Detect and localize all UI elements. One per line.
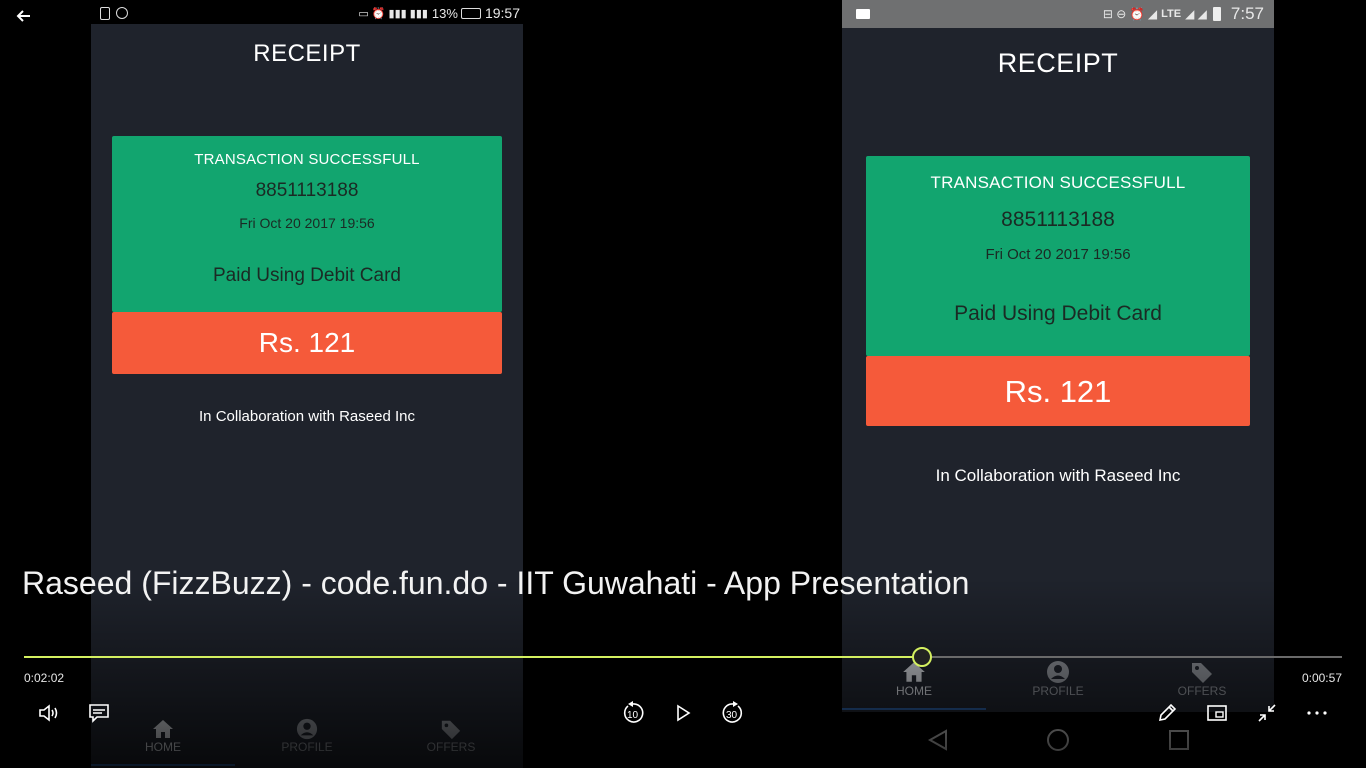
transaction-status: TRANSACTION SUCCESSFULL	[194, 151, 420, 168]
tab-profile-label: PROFILE	[1032, 684, 1084, 698]
edit-button[interactable]	[1152, 698, 1182, 728]
tag-icon	[1192, 663, 1212, 683]
transaction-card: TRANSACTION SUCCESSFULL 8851113188 Fri O…	[866, 156, 1250, 356]
collaboration-text: In Collaboration with Raseed Inc	[199, 408, 415, 425]
skip-back-button[interactable]: 10	[618, 698, 648, 728]
home-icon	[153, 720, 173, 738]
pencil-icon	[1158, 703, 1177, 722]
volume-button[interactable]	[34, 698, 64, 728]
exit-fullscreen-icon	[1258, 704, 1276, 722]
volume-icon	[39, 704, 58, 722]
left-status-bar: ▭ ⏰ ▮▮▮ ▮▮▮ 13% 19:57	[100, 4, 520, 22]
play-icon	[677, 704, 691, 722]
right-phone-screen: ⊟ ⊖ ⏰ ◢ LTE ◢ ◢ 7:57 RECEIPT TRANSACTION…	[842, 0, 1274, 712]
video-camera-icon	[856, 9, 870, 19]
network-type: LTE	[1161, 8, 1182, 20]
status-time: 7:57	[1230, 4, 1264, 23]
exit-fullscreen-button[interactable]	[1252, 698, 1282, 728]
signal-icons: ▭ ⏰ ▮▮▮ ▮▮▮	[358, 7, 428, 20]
transaction-status: TRANSACTION SUCCESSFULL	[930, 173, 1186, 192]
amount-value: Rs. 121	[258, 327, 356, 358]
profile-icon	[1047, 661, 1069, 683]
phone-number: 8851113188	[1001, 208, 1115, 231]
collaboration-text: In Collaboration with Raseed Inc	[935, 466, 1181, 485]
tab-offers-label: OFFERS	[426, 740, 476, 754]
skip-forward-button[interactable]: 30	[718, 698, 748, 728]
tab-offers[interactable]: OFFERS	[379, 718, 523, 766]
captions-icon	[89, 704, 109, 723]
play-button[interactable]	[668, 698, 698, 728]
nav-back-icon[interactable]	[926, 728, 950, 752]
back-button[interactable]	[14, 6, 34, 26]
seek-bar-fill	[24, 656, 922, 658]
remaining-time: 0:00:57	[1301, 671, 1342, 685]
battery-icon	[460, 7, 481, 19]
tab-home-label: HOME	[145, 740, 181, 754]
skip-back-label: 10	[627, 710, 639, 721]
seek-bar-thumb[interactable]	[911, 647, 932, 667]
amount-banner: Rs. 121	[866, 356, 1250, 426]
sim-icon	[100, 6, 110, 20]
bottom-tab-bar: HOME PROFILE OFFERS	[91, 718, 523, 766]
battery-percent: 13%	[431, 5, 458, 21]
tab-offers-label: OFFERS	[1177, 684, 1227, 698]
nav-recents-icon[interactable]	[1168, 729, 1190, 751]
page-title: RECEIPT	[253, 40, 361, 67]
signal-bars-icon: ◢ ◢	[1185, 7, 1207, 21]
video-title: Raseed (FizzBuzz) - code.fun.do - IIT Gu…	[22, 565, 970, 601]
amount-banner: Rs. 121	[112, 312, 502, 374]
tab-profile[interactable]: PROFILE	[235, 718, 379, 766]
elapsed-time: 0:02:02	[24, 671, 65, 685]
tab-home[interactable]: HOME	[842, 660, 986, 710]
seek-bar[interactable]	[24, 647, 1342, 667]
transaction-datetime: Fri Oct 20 2017 19:56	[985, 246, 1131, 263]
payment-method: Paid Using Debit Card	[213, 265, 401, 286]
amount-value: Rs. 121	[1004, 374, 1112, 409]
tab-profile-label: PROFILE	[281, 740, 333, 754]
profile-icon	[296, 718, 318, 740]
mini-view-icon	[1207, 705, 1227, 721]
page-title: RECEIPT	[997, 48, 1119, 78]
signal-icons: ⊟ ⊖ ⏰ ◢	[1102, 7, 1158, 21]
skip-forward-label: 30	[726, 710, 738, 721]
battery-icon	[1212, 7, 1221, 21]
phone-number: 8851113188	[255, 180, 359, 201]
tab-home-label: HOME	[896, 684, 932, 698]
right-status-bar: ⊟ ⊖ ⏰ ◢ LTE ◢ ◢ 7:57	[842, 0, 1274, 28]
arrow-left-icon	[16, 10, 30, 22]
captions-button[interactable]	[84, 698, 114, 728]
more-button[interactable]	[1302, 698, 1332, 728]
transaction-card: TRANSACTION SUCCESSFULL 8851113188 Fri O…	[112, 136, 502, 312]
mini-view-button[interactable]	[1202, 698, 1232, 728]
payment-method: Paid Using Debit Card	[954, 302, 1162, 325]
transaction-datetime: Fri Oct 20 2017 19:56	[239, 215, 375, 231]
tab-profile[interactable]: PROFILE	[986, 660, 1130, 710]
status-time: 19:57	[484, 5, 520, 21]
tag-icon	[441, 720, 461, 740]
nav-home-icon[interactable]	[1046, 728, 1070, 752]
more-icon	[1307, 711, 1327, 715]
dnd-icon	[116, 7, 128, 19]
